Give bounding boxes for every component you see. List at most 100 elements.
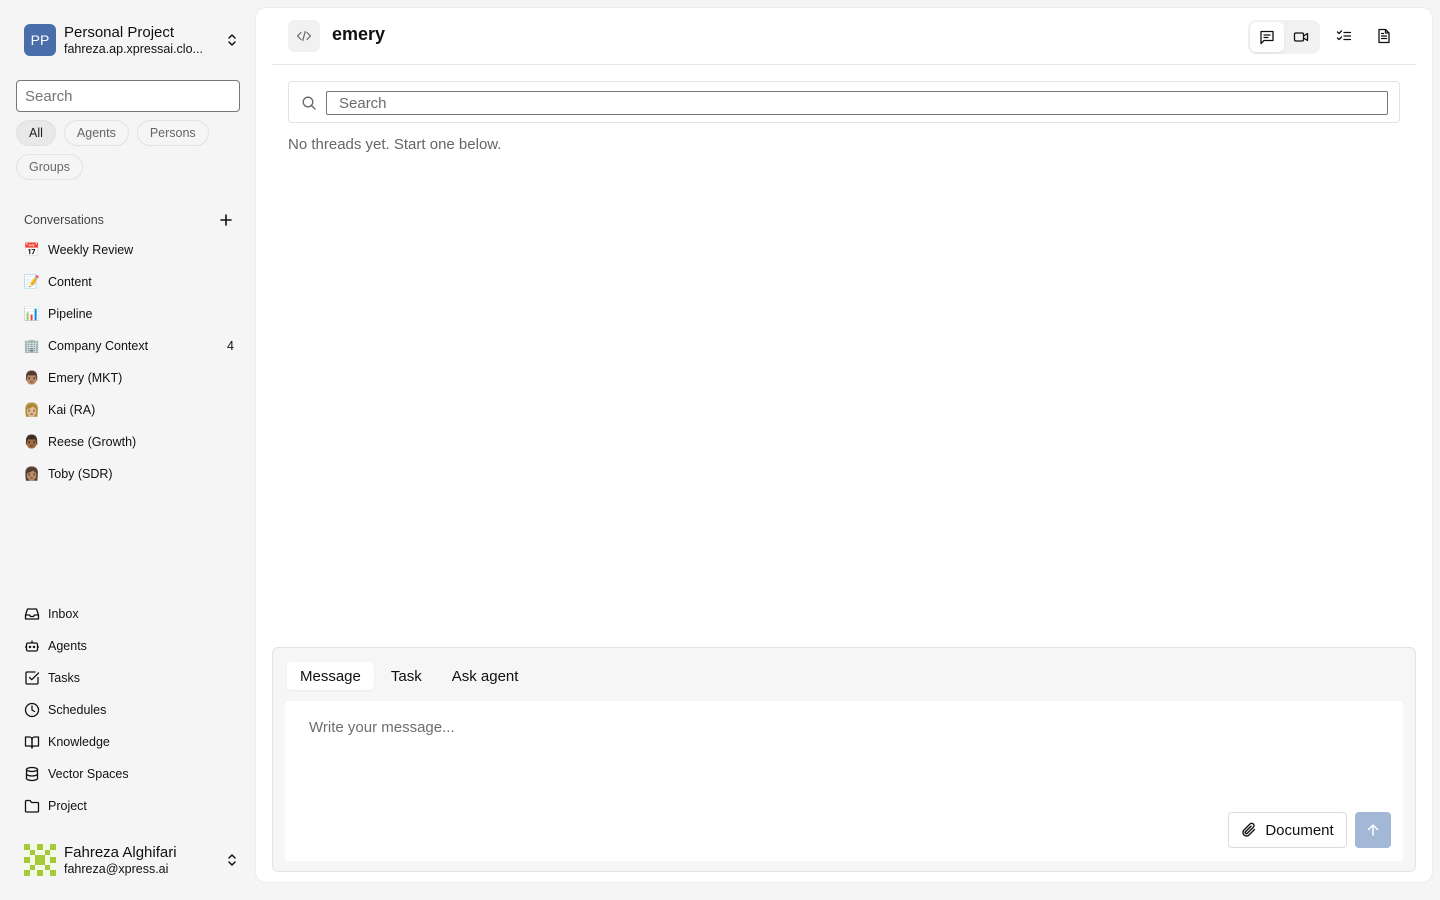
conversation-label: Pipeline	[48, 307, 93, 321]
user-avatar	[24, 844, 56, 876]
search-icon	[302, 96, 316, 110]
chevrons-up-down-icon	[228, 34, 236, 46]
conversation-company-context[interactable]: 🏢 Company Context 4	[24, 330, 234, 362]
office-building-icon: 🏢	[23, 338, 41, 353]
nav-label: Tasks	[48, 671, 80, 685]
conversation-label: Weekly Review	[48, 243, 134, 257]
conversations-header: Conversations	[24, 210, 234, 230]
conversation-weekly-review[interactable]: 📅 Weekly Review	[24, 234, 234, 266]
main-panel: emery No threads yet. Start one below. M…	[256, 8, 1432, 882]
conversation-content[interactable]: 📝 Content	[24, 266, 234, 298]
conversation-label: Reese (Growth)	[48, 435, 137, 449]
filter-all[interactable]: All	[16, 120, 56, 146]
page-title: emery	[332, 24, 386, 44]
chat-view-button[interactable]	[1250, 22, 1284, 52]
tab-message[interactable]: Message	[287, 662, 374, 690]
conversation-label: Emery (MKT)	[48, 371, 123, 385]
composer-body: Document	[285, 701, 1403, 861]
tab-task[interactable]: Task	[378, 662, 435, 690]
list-checks-icon	[1336, 30, 1352, 41]
nav-label: Agents	[48, 639, 87, 653]
document-view-button[interactable]	[1368, 20, 1400, 52]
code-icon	[296, 30, 312, 42]
user-name: Fahreza Alghifari	[64, 843, 177, 861]
nav-label: Vector Spaces	[48, 767, 129, 781]
agent-avatar-icon: 👨🏽	[23, 370, 41, 385]
user-switcher[interactable]: Fahreza Alghifari fahreza@xpress.ai	[24, 843, 240, 877]
conversation-emery[interactable]: 👨🏽 Emery (MKT)	[24, 362, 234, 394]
send-button[interactable]	[1355, 812, 1391, 848]
project-switcher[interactable]: PP Personal Project fahreza.ap.xpressai.…	[24, 24, 240, 56]
conversation-list: 📅 Weekly Review 📝 Content 📊 Pipeline 🏢 C…	[24, 234, 234, 490]
chevrons-up-down-icon	[228, 854, 236, 866]
bot-icon	[25, 640, 39, 652]
conversation-reese[interactable]: 👨🏾 Reese (Growth)	[24, 426, 234, 458]
unread-count: 4	[227, 339, 234, 353]
nav-label: Schedules	[48, 703, 107, 717]
calendar-icon: 📅	[23, 242, 41, 257]
conversation-label: Kai (RA)	[48, 403, 96, 417]
conversation-kai[interactable]: 👩🏼 Kai (RA)	[24, 394, 234, 426]
user-email: fahreza@xpress.ai	[64, 861, 169, 876]
arrow-up-icon	[1367, 824, 1379, 836]
nav-label: Project	[48, 799, 87, 813]
nav-project[interactable]: Project	[24, 790, 234, 822]
conversation-label: Company Context	[48, 339, 149, 353]
folder-icon	[24, 799, 40, 813]
agent-avatar-icon: 👨🏾	[23, 434, 41, 449]
nav-label: Inbox	[48, 607, 79, 621]
agent-avatar-icon: 👩🏼	[23, 402, 41, 417]
memo-icon: 📝	[23, 274, 41, 289]
attach-document-button[interactable]: Document	[1228, 812, 1347, 848]
conversations-title: Conversations	[24, 213, 104, 227]
message-composer: Message Task Ask agent Document	[272, 647, 1416, 872]
conversation-label: Content	[48, 275, 92, 289]
nav-vector-spaces[interactable]: Vector Spaces	[24, 758, 234, 790]
file-text-icon	[1378, 28, 1390, 44]
view-toggle	[1248, 20, 1320, 54]
nav-knowledge[interactable]: Knowledge	[24, 726, 234, 758]
check-square-icon	[25, 671, 40, 685]
user-info: Fahreza Alghifari fahreza@xpress.ai	[64, 844, 220, 877]
book-icon	[24, 736, 40, 749]
composer-tabs: Message Task Ask agent	[287, 662, 535, 690]
agent-avatar-icon: 👩🏽	[23, 466, 41, 481]
top-bar: emery	[272, 8, 1416, 65]
clock-icon	[24, 702, 40, 718]
message-square-icon	[1260, 30, 1274, 45]
code-view-button[interactable]	[288, 20, 320, 52]
nav-tasks[interactable]: Tasks	[24, 662, 234, 694]
filter-groups[interactable]: Groups	[16, 154, 83, 180]
main-nav: Inbox Agents Tasks Schedules Knowledge V…	[24, 598, 234, 822]
video-view-button[interactable]	[1284, 22, 1318, 52]
filter-persons[interactable]: Persons	[136, 120, 209, 146]
message-input[interactable]	[285, 701, 1403, 801]
database-icon	[25, 766, 39, 782]
conversation-label: Toby (SDR)	[48, 467, 113, 481]
empty-threads-message: No threads yet. Start one below.	[288, 136, 502, 153]
project-avatar: PP	[24, 24, 56, 56]
tasks-view-button[interactable]	[1328, 20, 1360, 52]
sidebar-search-input[interactable]	[16, 80, 240, 112]
inbox-icon	[24, 608, 40, 620]
thread-search-input[interactable]	[326, 91, 1388, 115]
sidebar: PP Personal Project fahreza.ap.xpressai.…	[0, 0, 256, 900]
thread-search-box	[288, 81, 1400, 123]
project-name: Personal Project	[64, 23, 175, 41]
nav-schedules[interactable]: Schedules	[24, 694, 234, 726]
filter-agents[interactable]: Agents	[63, 120, 129, 146]
add-conversation-button[interactable]	[218, 212, 234, 228]
nav-inbox[interactable]: Inbox	[24, 598, 234, 630]
nav-agents[interactable]: Agents	[24, 630, 234, 662]
conversation-pipeline[interactable]: 📊 Pipeline	[24, 298, 234, 330]
nav-label: Knowledge	[48, 735, 110, 749]
project-url: fahreza.ap.xpressai.clo...	[64, 41, 203, 56]
video-icon	[1293, 32, 1309, 42]
filter-chips: All Agents Persons Groups	[16, 120, 240, 180]
paperclip-icon	[1242, 822, 1256, 837]
project-info: Personal Project fahreza.ap.xpressai.clo…	[64, 24, 220, 57]
bar-chart-icon: 📊	[23, 306, 41, 321]
conversation-toby[interactable]: 👩🏽 Toby (SDR)	[24, 458, 234, 490]
attach-document-label: Document	[1265, 821, 1334, 839]
tab-ask-agent[interactable]: Ask agent	[439, 662, 532, 690]
